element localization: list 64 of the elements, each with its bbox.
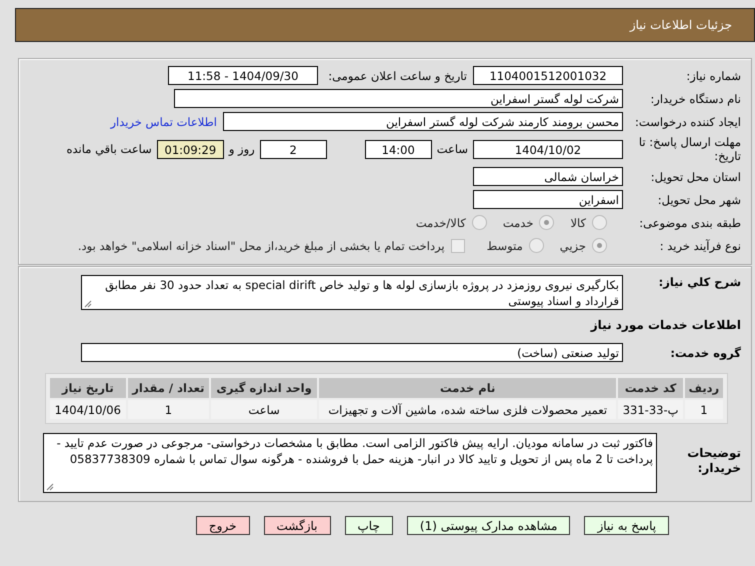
action-button[interactable]: چاپ [344,516,393,535]
table-cell: 1 [128,400,210,419]
field-label: تاریخ و ساعت اعلان عمومی: [327,68,467,82]
radio-button[interactable] [592,215,607,230]
table-cell: 1 [684,400,723,419]
field-label: ایجاد کننده درخواست: [634,114,742,128]
time-label: ساعت [436,142,468,156]
radio-label: كالا [570,216,586,230]
radio-button[interactable] [472,215,487,230]
table-cell: ساعت [211,400,317,419]
days-field: 2 [260,140,327,158]
field-label: نوع فرآیند خرید : [658,238,742,252]
field-label: نام دستگاه خریدار: [649,92,742,106]
field-label: مهلت ارسال پاسخ: تا تاریخ: [638,135,742,163]
action-button[interactable]: پاسخ به نیاز [584,516,670,535]
field-label: طبقه بندی موضوعی: [638,216,742,230]
field-label: گروه خدمت: [669,346,742,360]
description-box[interactable]: بکارگیری نیروی روزمزد در پروژه بازسازی لوله ها و تولید خاص special dirift به تعداد حدود 30 نفر مطابق قرارداد و اسناد پیوستی [81,275,623,310]
description-text: بکارگیری نیروی روزمزد در پروژه بازسازی لوله ها و تولید خاص special dirift به تعداد حدود 30 نفر مطابق قرارداد و اسناد پیوستی [105,278,619,308]
buyer-field: شرکت لوله گستر اسفراین [174,89,623,108]
column-header: نام خدمت [319,378,616,398]
action-button[interactable]: مشاهده مدارک پیوستی (1) [406,516,570,535]
column-header: تاریخ نیاز [50,378,126,398]
section-heading: اطلاعات خدمات مورد نياز [590,318,742,332]
notes-box[interactable] [43,433,657,493]
remaining-time-field: 01:09:29 [156,140,224,158]
field-label: توضیحات خریدار: [686,446,742,476]
notes-text: فاکتور ثبت در سامانه مودیان. ارایه پیش فاکتور الزامی است. مطابق با مشخصات درخواستی- مرجوعی در صورت عدم تایید - پرداخت تا 2 ماه پس از تحویل و تایید کالا در انبار- هزینه حمل با فروشنده - هرگونه سوال تماس با شماره 05837738309 [56,436,653,466]
radio-button[interactable] [592,238,607,253]
column-header: کد خدمت [618,378,683,398]
field-label: شهر محل تحویل: [656,192,742,206]
radio-label: جزيي [560,238,586,252]
radio-button[interactable] [539,215,554,230]
resize-grip-icon[interactable] [84,300,92,308]
service-group-field: تولید صنعتی (ساخت) [81,343,623,362]
province-field: خراسان شمالی [473,167,623,186]
deadline-time-field: 14:00 [364,140,432,158]
contact-link[interactable]: اطلاعات تماس خریدار [110,114,217,128]
deadline-date-field: 1404/10/02 [473,140,623,158]
action-button[interactable]: خروج [196,516,250,535]
column-header: تعداد / مقدار [128,378,210,398]
radio-label: كالا/خدمت [416,216,466,230]
column-header: ردیف [684,378,723,398]
table-cell: پ-33-331 [618,400,683,419]
action-button[interactable]: بازگشت [264,516,330,535]
city-field: اسفراین [473,190,623,209]
radio-button[interactable] [528,238,544,253]
remaining-label: ساعت باقي مانده [66,142,152,156]
creator-field: محسن برومند کارمند شرکت لوله گستر اسفراین [223,112,623,131]
resize-grip-icon[interactable] [46,483,54,491]
announce-date-field: 1404/09/30 - 11:58 [168,66,318,85]
checkbox[interactable] [450,238,465,252]
radio-label: خدمت [502,216,534,230]
table-cell: تعمیر محصولات فلزی ساخته شده، ماشین آلات و تجهیزات [319,400,616,419]
table-cell: 1404/10/06 [50,400,126,419]
field-label: شرح كلي نياز: [658,275,742,289]
column-header: واحد اندازه گیری [211,378,317,398]
need-number-field: 1104001512001032 [473,66,623,85]
field-label: استان محل تحویل: [650,170,742,184]
field-label: شماره نیاز: [685,68,742,82]
days-label: روز و [228,142,255,156]
page-title: جزئیات اطلاعات نیاز [630,18,732,32]
checkbox-label: پرداخت تمام یا بخشی از مبلغ خرید،از محل "اسناد خزانه اسلامی" خواهد بود. [78,238,445,252]
radio-label: متوسط [486,238,523,252]
